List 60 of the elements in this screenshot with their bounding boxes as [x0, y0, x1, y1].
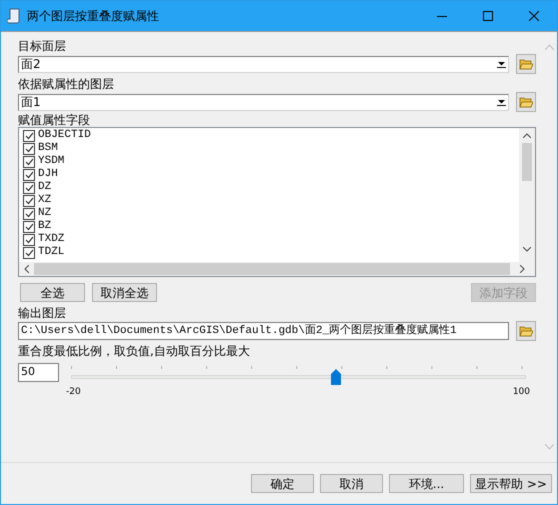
checkbox[interactable] [23, 130, 35, 142]
min-label: -20 [66, 388, 81, 397]
close-icon [529, 11, 539, 21]
scroll-right-icon [520, 265, 525, 273]
field-label: 目标面层 [18, 38, 67, 54]
horizontal-scrollbar[interactable] [19, 262, 535, 276]
output-path-field[interactable]: C:\Users\dell\Documents\ArcGIS\Default.gdb\面2_两个图层按重叠度赋属性1 [18, 322, 509, 340]
checkbox[interactable] [23, 156, 35, 168]
field-name: BZ [38, 221, 52, 232]
field-name: YSDM [38, 156, 64, 167]
window-title: 两个图层按重叠度赋属性 [27, 8, 159, 25]
field-label: 重合度最低比例，取负值,自动取百分比最大 [18, 343, 251, 359]
checkbox[interactable] [23, 246, 35, 258]
maximize-icon [483, 11, 493, 21]
field-label: 赋值属性字段 [18, 113, 91, 127]
dialog-button[interactable]: 环境... [389, 474, 464, 493]
browse-button[interactable] [516, 54, 536, 74]
browse-button[interactable] [516, 321, 536, 341]
checkbox[interactable] [23, 220, 35, 232]
select-button[interactable]: 取消全选 [92, 283, 157, 302]
checkbox[interactable] [23, 194, 35, 206]
scroll-down-icon [523, 247, 531, 252]
scroll-left-icon [24, 265, 29, 273]
field-label: 输出图层 [18, 305, 67, 321]
scroll-up-icon [545, 44, 554, 50]
select-button[interactable]: 全选 [20, 283, 85, 302]
folder-icon [519, 58, 533, 70]
dialog-button[interactable]: 取消 [320, 474, 383, 493]
scrollbar-thumb[interactable] [522, 143, 532, 181]
vertical-scrollbar[interactable] [519, 128, 535, 262]
field-name: DZ [38, 182, 52, 193]
value-input[interactable]: 50 [18, 363, 59, 382]
scrollbar-thumb[interactable] [34, 263, 510, 275]
scroll-up-icon [523, 133, 531, 138]
field-name: XZ [38, 195, 52, 206]
dialog-button[interactable]: 确定 [251, 474, 314, 493]
checkbox[interactable] [23, 234, 35, 246]
folder-icon [519, 325, 533, 337]
field-name: TXDZ [38, 234, 64, 245]
field-name: TDZL [38, 247, 64, 258]
max-label: 100 [512, 388, 530, 397]
layer-dropdown[interactable]: 面1 [18, 94, 509, 110]
scroll-down-icon [545, 444, 554, 450]
field-name: OBJECTID [38, 130, 91, 141]
dialog-button[interactable]: 显示帮助 >> [470, 474, 552, 493]
checkbox[interactable] [23, 208, 35, 220]
dropdown-arrow-icon [497, 60, 506, 68]
layer-dropdown[interactable]: 面2 [18, 56, 509, 72]
field-name: NZ [38, 208, 52, 219]
checkbox[interactable] [23, 182, 35, 194]
scroll-icon [7, 8, 21, 24]
field-name: DJH [38, 169, 58, 180]
field-label: 依据赋属性的图层 [18, 76, 115, 92]
slider-thumb[interactable] [331, 369, 342, 385]
checkbox[interactable] [23, 168, 35, 180]
dropdown-arrow-icon [497, 98, 506, 106]
browse-button[interactable] [516, 92, 536, 112]
field-name: BSM [38, 143, 58, 154]
checkbox[interactable] [23, 142, 35, 154]
folder-icon [519, 96, 533, 108]
